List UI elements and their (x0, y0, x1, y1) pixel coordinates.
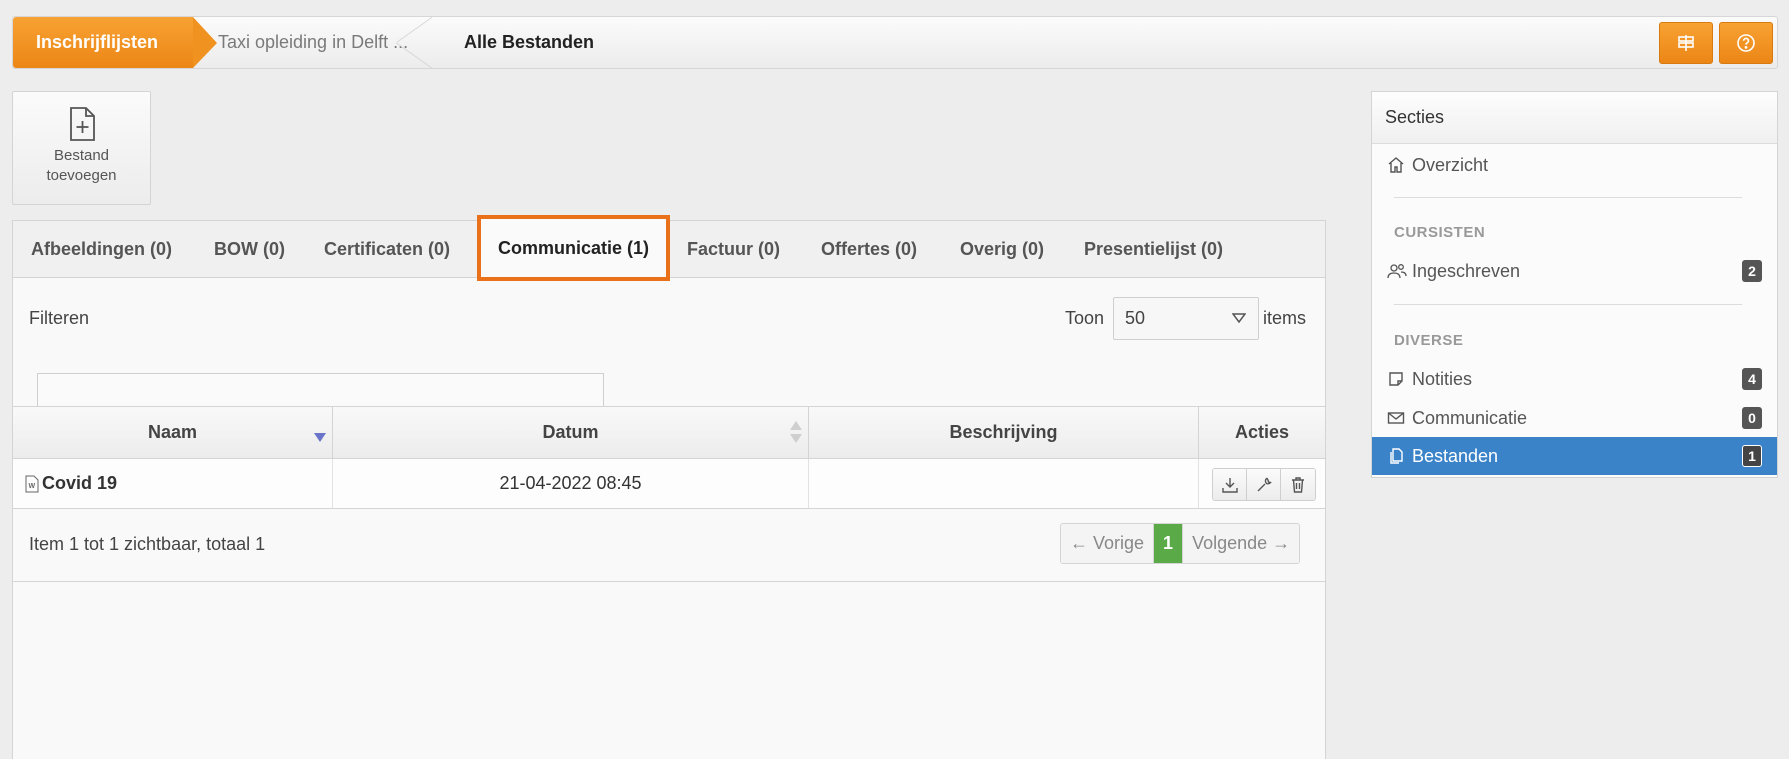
add-file-label-line2: toevoegen (46, 167, 117, 184)
sidebar-item-notities[interactable]: Notities 4 (1372, 360, 1777, 398)
breadcrumb-home[interactable]: Inschrijflijsten (13, 17, 217, 68)
add-file-label-line1: Bestand (53, 147, 110, 164)
column-beschrijving: Beschrijving (809, 407, 1199, 458)
communicatie-count-badge: 0 (1742, 407, 1762, 429)
signpost-button[interactable] (1659, 22, 1713, 64)
files-panel: Afbeeldingen (0) BOW (0) Certificaten (0… (12, 215, 1326, 759)
column-naam[interactable]: Naam (13, 407, 333, 458)
tab-bow[interactable]: BOW (0) (214, 221, 285, 278)
help-circle-icon (1737, 34, 1755, 52)
tab-afbeeldingen[interactable]: Afbeeldingen (0) (31, 221, 172, 278)
tab-offertes[interactable]: Offertes (0) (821, 221, 917, 278)
column-datum-label: Datum (542, 422, 599, 442)
help-button[interactable] (1719, 22, 1773, 64)
trash-icon (1292, 476, 1304, 493)
divider (1394, 197, 1742, 198)
cell-naam[interactable]: W Covid 19 (13, 459, 333, 508)
file-name: Covid 19 (42, 473, 118, 493)
file-date: 21-04-2022 08:45 (499, 473, 642, 493)
column-acties-label: Acties (1234, 422, 1290, 442)
tab-communicatie[interactable]: Communicatie (1) (477, 215, 671, 281)
table-row: W Covid 19 21-04-2022 08:45 (13, 459, 1325, 509)
sidebar-item-overzicht[interactable]: Overzicht (1372, 146, 1777, 184)
note-icon (1389, 372, 1403, 386)
sections-sidebar: Secties Overzicht CURSISTEN Ingeschreven… (1371, 91, 1778, 478)
items-label: items (1263, 308, 1307, 328)
file-plus-icon (69, 107, 95, 141)
sidebar-item-communicatie[interactable]: Communicatie 0 (1372, 399, 1777, 437)
envelope-icon (1387, 412, 1405, 424)
sidebar-item-bestanden-label: Bestanden (1412, 445, 1499, 466)
sidebar-item-overzicht-label: Overzicht (1412, 154, 1489, 175)
page-size-select[interactable]: 50 (1113, 297, 1259, 340)
tab-certificaten[interactable]: Certificaten (0) (324, 221, 450, 278)
delete-button[interactable] (1281, 469, 1315, 500)
tab-bar: Afbeeldingen (0) BOW (0) Certificaten (0… (13, 215, 1325, 281)
cell-beschrijving (809, 459, 1199, 508)
page-size-value: 50 (1125, 308, 1146, 328)
chevron-down-icon (1232, 313, 1246, 323)
files-icon (1390, 448, 1403, 464)
page-1-button[interactable]: 1 (1153, 524, 1184, 563)
sidebar-group-diverse: DIVERSE (1394, 332, 1464, 349)
add-file-button[interactable]: Bestand toevoegen (12, 91, 151, 205)
signpost-icon (1678, 35, 1694, 51)
home-icon (1388, 157, 1404, 173)
sidebar-item-bestanden[interactable]: Bestanden 1 (1372, 437, 1777, 475)
users-icon (1387, 264, 1407, 279)
pagination: ← Vorige 1 Volgende → (1060, 523, 1301, 564)
sidebar-item-notities-label: Notities (1412, 368, 1473, 389)
word-file-icon: W (25, 475, 39, 492)
table-footer: Item 1 tot 1 zichtbaar, totaal 1 ← Vorig… (13, 509, 1325, 582)
add-file-label: Bestand toevoegen (32, 146, 132, 186)
wrench-icon (1257, 477, 1272, 491)
cell-datum: 21-04-2022 08:45 (333, 459, 809, 508)
column-acties: Acties (1199, 407, 1325, 458)
sidebar-item-communicatie-label: Communicatie (1412, 407, 1528, 428)
svg-text:W: W (29, 483, 36, 490)
tab-presentielijst[interactable]: Presentielijst (0) (1084, 221, 1223, 278)
notities-count-badge: 4 (1742, 368, 1762, 390)
edit-button[interactable] (1247, 469, 1281, 500)
column-naam-label: Naam (147, 422, 198, 442)
prev-page-button[interactable]: ← Vorige (1061, 524, 1154, 563)
next-page-button[interactable]: Volgende → (1183, 524, 1300, 563)
divider (1394, 304, 1742, 305)
download-icon (1221, 477, 1238, 493)
sort-both-icon (790, 421, 802, 443)
row-actions (1212, 468, 1316, 501)
sidebar-title: Secties (1372, 92, 1777, 144)
sidebar-item-ingeschreven-label: Ingeschreven (1412, 260, 1521, 281)
bestanden-count-badge: 1 (1742, 445, 1762, 467)
breadcrumb-course[interactable]: Taxi opleiding in Delft ... (206, 17, 432, 68)
tab-factuur[interactable]: Factuur (0) (687, 221, 780, 278)
sidebar-group-cursisten: CURSISTEN (1394, 224, 1486, 241)
ingeschreven-count-badge: 2 (1742, 260, 1762, 282)
tab-overig[interactable]: Overig (0) (960, 221, 1044, 278)
filter-label: Filteren (29, 308, 90, 328)
show-label: Toon (1065, 308, 1105, 328)
breadcrumb-bar: Inschrijflijsten Taxi opleiding in Delft… (12, 16, 1778, 69)
visible-count: Item 1 tot 1 zichtbaar, totaal 1 (29, 534, 266, 554)
sidebar-item-ingeschreven[interactable]: Ingeschreven 2 (1372, 252, 1777, 290)
column-datum[interactable]: Datum (333, 407, 809, 458)
breadcrumb-current: Alle Bestanden (464, 32, 595, 52)
column-beschrijving-label: Beschrijving (949, 422, 1058, 442)
sort-desc-icon (314, 433, 326, 442)
table-header: Naam Datum Beschrijving Acties (13, 406, 1325, 459)
download-button[interactable] (1213, 469, 1247, 500)
